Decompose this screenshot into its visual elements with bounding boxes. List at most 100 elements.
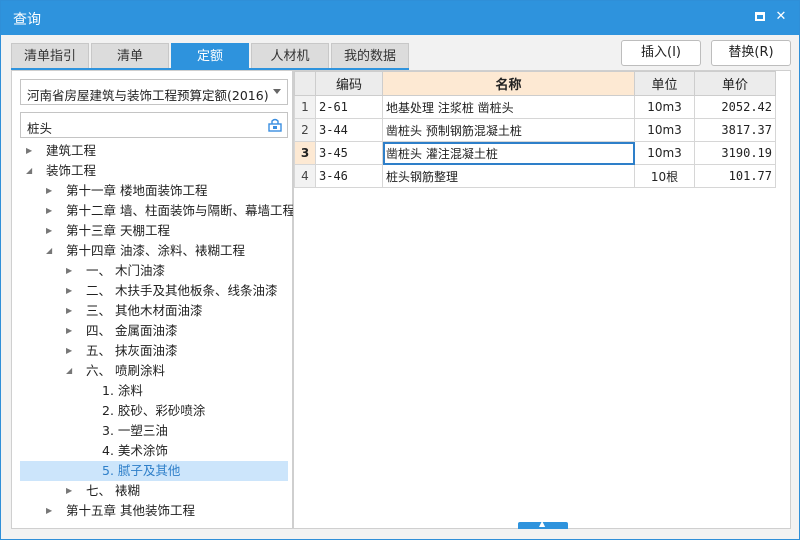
insert-button[interactable]: 插入(I) bbox=[621, 40, 701, 66]
collapsed-arrow-icon[interactable]: ▶ bbox=[46, 181, 56, 201]
row-number: 4 bbox=[294, 164, 316, 188]
tree-item-label: 4. 美术涂饰 bbox=[102, 443, 168, 458]
search-icon[interactable] bbox=[268, 118, 282, 132]
price-header[interactable]: 单价 bbox=[694, 71, 776, 96]
table-row[interactable]: 1 2-61 地基处理 注浆桩 凿桩头 10m3 2052.42 bbox=[294, 95, 776, 119]
tree-item-label: 三、 其他木材面油漆 bbox=[86, 303, 203, 318]
tree-item[interactable]: ▶ 七、 裱糊 bbox=[20, 481, 288, 501]
name-cell[interactable]: 地基处理 注浆桩 凿桩头 bbox=[382, 95, 635, 119]
collapsed-arrow-icon[interactable]: ▶ bbox=[46, 501, 56, 521]
table-header: 编码 名称 单位 单价 bbox=[294, 71, 776, 96]
close-button[interactable]: ✕ bbox=[774, 10, 788, 24]
tab-bill-guide[interactable]: 清单指引 bbox=[11, 43, 89, 69]
expanded-arrow-icon[interactable]: ◢ bbox=[26, 161, 36, 181]
tree-item-label: 第十一章 楼地面装饰工程 bbox=[66, 183, 208, 198]
tree-item-label: 2. 胶砂、彩砂喷涂 bbox=[102, 403, 206, 418]
tab-my-data[interactable]: 我的数据 bbox=[331, 43, 409, 69]
table-row[interactable]: 2 3-44 凿桩头 预制钢筋混凝土桩 10m3 3817.37 bbox=[294, 118, 776, 142]
tree-item[interactable]: ▶ 三、 其他木材面油漆 bbox=[20, 301, 288, 321]
unit-cell[interactable]: 10m3 bbox=[634, 141, 695, 165]
price-cell[interactable]: 101.77 bbox=[694, 164, 776, 188]
tree-item-label: 第十四章 油漆、涂料、裱糊工程 bbox=[66, 243, 245, 258]
tree-item[interactable]: ◢ 第十四章 油漆、涂料、裱糊工程 bbox=[20, 241, 288, 261]
quota-table: 编码 名称 单位 单价 1 2-61 地基处理 注浆桩 凿桩头 10m3 205… bbox=[294, 71, 776, 188]
maximize-icon bbox=[755, 12, 765, 21]
search-value: 桩头 bbox=[27, 121, 53, 136]
title-bar[interactable]: 查询 ✕ bbox=[1, 1, 799, 35]
tree-item-label: 第十五章 其他装饰工程 bbox=[66, 503, 195, 518]
tree-item[interactable]: 3. 一塑三油 bbox=[20, 421, 288, 441]
row-number: 3 bbox=[294, 141, 316, 165]
tree-item[interactable]: ▶ 四、 金属面油漆 bbox=[20, 321, 288, 341]
collapsed-arrow-icon[interactable]: ▶ bbox=[66, 281, 76, 301]
code-cell[interactable]: 3-45 bbox=[315, 141, 383, 165]
unit-cell[interactable]: 10m3 bbox=[634, 118, 695, 142]
table-row-current[interactable]: 3 3-45 凿桩头 灌注混凝土桩 10m3 3190.19 bbox=[294, 141, 776, 165]
tree-item-label: 1. 涂料 bbox=[102, 383, 143, 398]
tree-item[interactable]: 4. 美术涂饰 bbox=[20, 441, 288, 461]
unit-cell[interactable]: 10m3 bbox=[634, 95, 695, 119]
tree-item-label: 一、 木门油漆 bbox=[86, 263, 165, 278]
quota-library-select[interactable]: 河南省房屋建筑与装饰工程预算定额(2016) bbox=[20, 79, 288, 105]
collapsed-arrow-icon[interactable]: ▶ bbox=[66, 321, 76, 341]
tree-item-label: 第十三章 天棚工程 bbox=[66, 223, 170, 238]
tree-item[interactable]: 2. 胶砂、彩砂喷涂 bbox=[20, 401, 288, 421]
price-cell[interactable]: 3190.19 bbox=[694, 141, 776, 165]
expanded-arrow-icon[interactable]: ◢ bbox=[66, 361, 76, 381]
query-dialog: 查询 ✕ 清单指引 清单 定额 人材机 我的数据 插入(I) 替换(R) 河南省… bbox=[0, 0, 800, 540]
tree-item-label: 二、 木扶手及其他板条、线条油漆 bbox=[86, 283, 278, 298]
tree-item[interactable]: ▶ 第十三章 天棚工程 bbox=[20, 221, 288, 241]
tree-item-label: 五、 抹灰面油漆 bbox=[86, 343, 178, 358]
collapsed-arrow-icon[interactable]: ▶ bbox=[46, 201, 56, 221]
tree-item-label: 装饰工程 bbox=[46, 163, 97, 178]
collapsed-arrow-icon[interactable]: ▶ bbox=[26, 141, 36, 161]
row-number: 1 bbox=[294, 95, 316, 119]
maximize-button[interactable] bbox=[753, 10, 767, 24]
unit-header[interactable]: 单位 bbox=[634, 71, 695, 96]
table-row[interactable]: 4 3-46 桩头钢筋整理 10根 101.77 bbox=[294, 164, 776, 188]
tab-labor-material-machine[interactable]: 人材机 bbox=[251, 43, 329, 69]
panel-collapse-handle[interactable]: ▲ bbox=[518, 519, 568, 529]
tree-item[interactable]: 5. 腻子及其他 bbox=[20, 461, 288, 481]
expanded-arrow-icon[interactable]: ◢ bbox=[46, 241, 56, 261]
replace-button[interactable]: 替换(R) bbox=[711, 40, 791, 66]
code-cell[interactable]: 3-46 bbox=[315, 164, 383, 188]
search-input[interactable]: 桩头 bbox=[20, 112, 288, 138]
tab-bill[interactable]: 清单 bbox=[91, 43, 169, 69]
unit-cell[interactable]: 10根 bbox=[634, 164, 695, 188]
collapsed-arrow-icon[interactable]: ▶ bbox=[66, 301, 76, 321]
name-header[interactable]: 名称 bbox=[382, 71, 635, 96]
code-cell[interactable]: 3-44 bbox=[315, 118, 383, 142]
name-cell[interactable]: 桩头钢筋整理 bbox=[382, 164, 635, 188]
code-header[interactable]: 编码 bbox=[315, 71, 383, 96]
tree-item-label: 建筑工程 bbox=[46, 143, 97, 158]
tree-item[interactable]: ▶ 二、 木扶手及其他板条、线条油漆 bbox=[20, 281, 288, 301]
dialog-title: 查询 bbox=[13, 12, 41, 28]
tree-item[interactable]: ▶ 五、 抹灰面油漆 bbox=[20, 341, 288, 361]
tree-item[interactable]: ◢ 装饰工程 bbox=[20, 161, 288, 181]
tree-item[interactable]: ▶ 第十二章 墙、柱面装饰与隔断、幕墙工程 bbox=[20, 201, 295, 221]
tree-item[interactable]: ▶ 建筑工程 bbox=[20, 141, 288, 161]
code-cell[interactable]: 2-61 bbox=[315, 95, 383, 119]
name-cell[interactable]: 凿桩头 预制钢筋混凝土桩 bbox=[382, 118, 635, 142]
price-cell[interactable]: 3817.37 bbox=[694, 118, 776, 142]
tree-item[interactable]: ▶ 第十一章 楼地面装饰工程 bbox=[20, 181, 288, 201]
quota-library-value: 河南省房屋建筑与装饰工程预算定额(2016) bbox=[27, 88, 269, 103]
price-cell[interactable]: 2052.42 bbox=[694, 95, 776, 119]
name-cell-focused[interactable]: 凿桩头 灌注混凝土桩 bbox=[382, 141, 635, 165]
collapsed-arrow-icon[interactable]: ▶ bbox=[46, 221, 56, 241]
tree-item[interactable]: ▶ 第十五章 其他装饰工程 bbox=[20, 501, 288, 521]
chevron-up-icon: ▲ bbox=[539, 519, 546, 528]
tree-item[interactable]: ▶ 一、 木门油漆 bbox=[20, 261, 288, 281]
row-number: 2 bbox=[294, 118, 316, 142]
collapsed-arrow-icon[interactable]: ▶ bbox=[66, 481, 76, 501]
collapsed-arrow-icon[interactable]: ▶ bbox=[66, 261, 76, 281]
tree-item-label: 六、 喷刷涂料 bbox=[86, 363, 165, 378]
collapsed-arrow-icon[interactable]: ▶ bbox=[66, 341, 76, 361]
tab-quota[interactable]: 定额 bbox=[171, 43, 249, 69]
tree-item[interactable]: 1. 涂料 bbox=[20, 381, 288, 401]
tree-item[interactable]: ◢ 六、 喷刷涂料 bbox=[20, 361, 288, 381]
tree-item-label: 第十二章 墙、柱面装饰与隔断、幕墙工程 bbox=[66, 203, 295, 218]
quota-grid-panel: 编码 名称 单位 单价 1 2-61 地基处理 注浆桩 凿桩头 10m3 205… bbox=[293, 70, 791, 529]
dropdown-arrow-icon[interactable] bbox=[273, 89, 281, 94]
